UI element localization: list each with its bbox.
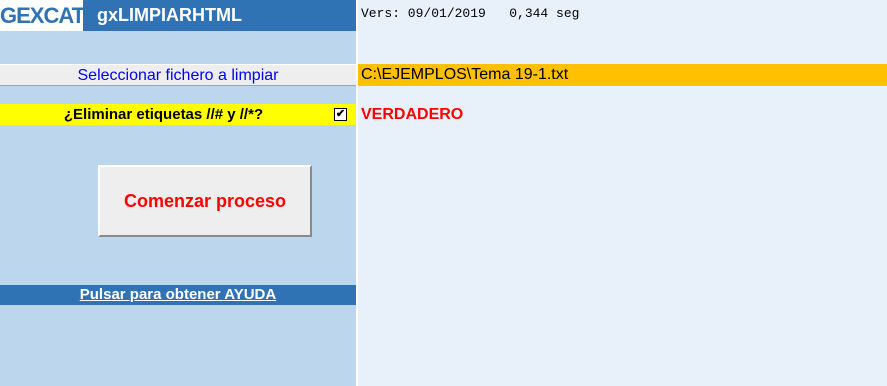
title-bar: GEXCAT gxLIMPIARHTML: [0, 0, 356, 31]
file-path-field[interactable]: C:\EJEMPLOS\Tema 19-1.txt: [358, 64, 887, 86]
panel-divider: [356, 0, 358, 386]
remove-tags-value: VERDADERO: [361, 106, 464, 123]
help-link[interactable]: Pulsar para obtener AYUDA: [0, 285, 356, 305]
gexcat-logo: GEXCAT: [0, 0, 85, 31]
version-info: Vers: 09/01/2019 0,344 seg: [361, 6, 580, 21]
remove-tags-option: ¿Eliminar etiquetas //# y //*? ✔: [0, 104, 356, 125]
start-process-button[interactable]: Comenzar proceso: [98, 165, 312, 237]
remove-tags-checkbox[interactable]: ✔: [334, 108, 347, 121]
app-title: gxLIMPIARHTML: [97, 5, 242, 25]
select-file-button[interactable]: Seleccionar fichero a limpiar: [0, 64, 356, 86]
remove-tags-label: ¿Eliminar etiquetas //# y //*?: [63, 106, 264, 123]
